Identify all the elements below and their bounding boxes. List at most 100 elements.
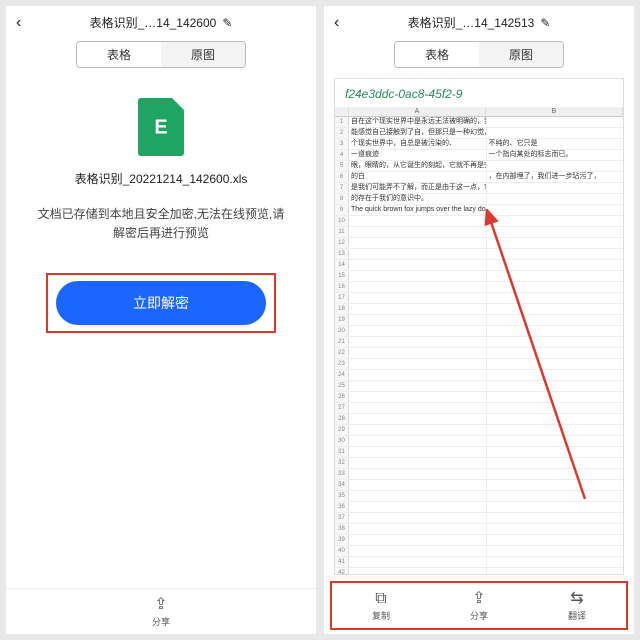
table-row[interactable]: 15 bbox=[335, 271, 623, 282]
cell-b[interactable] bbox=[487, 502, 624, 512]
translate-button[interactable]: ⇆ 翻译 bbox=[528, 591, 626, 622]
cell-b[interactable] bbox=[487, 227, 624, 237]
cell-b[interactable] bbox=[487, 370, 624, 380]
edit-icon[interactable]: ✎ bbox=[222, 16, 232, 30]
cell-b[interactable] bbox=[487, 392, 624, 402]
cell-b[interactable] bbox=[487, 546, 624, 556]
table-row[interactable]: 17 bbox=[335, 293, 623, 304]
decrypt-button[interactable]: 立即解密 bbox=[56, 281, 266, 325]
cell-a[interactable] bbox=[349, 282, 487, 292]
cell-a[interactable] bbox=[349, 370, 487, 380]
cell-a[interactable] bbox=[349, 348, 487, 358]
cell-a[interactable] bbox=[349, 524, 487, 534]
table-row[interactable]: 27 bbox=[335, 403, 623, 414]
cell-b[interactable] bbox=[487, 535, 624, 545]
table-row[interactable]: 33 bbox=[335, 469, 623, 480]
share-button-left[interactable]: ⇪ 分享 bbox=[6, 597, 316, 628]
cell-a[interactable]: 一道痕迹 bbox=[349, 150, 487, 160]
table-row[interactable]: 7是我们可能弄不了解，而正是由于这一点，它清晰 bbox=[335, 183, 623, 194]
table-row[interactable]: 20 bbox=[335, 326, 623, 337]
cell-a[interactable] bbox=[349, 436, 487, 446]
share-button-right[interactable]: ⇪ 分享 bbox=[430, 591, 528, 622]
cell-a[interactable] bbox=[349, 238, 487, 248]
edit-icon[interactable]: ✎ bbox=[540, 16, 550, 30]
table-row[interactable]: 11 bbox=[335, 227, 623, 238]
table-row[interactable]: 32 bbox=[335, 458, 623, 469]
cell-b[interactable] bbox=[487, 469, 624, 479]
cell-b[interactable] bbox=[487, 326, 624, 336]
cell-a[interactable] bbox=[349, 216, 487, 226]
cell-b[interactable] bbox=[487, 282, 624, 292]
table-row[interactable]: 38 bbox=[335, 524, 623, 535]
table-row[interactable]: 10 bbox=[335, 216, 623, 227]
cell-b[interactable] bbox=[487, 194, 624, 204]
cell-a[interactable]: The quick brown fox jumps over the lazy … bbox=[349, 205, 487, 215]
cell-b[interactable] bbox=[487, 458, 624, 468]
cell-b[interactable] bbox=[487, 524, 624, 534]
table-row[interactable]: 6的白，在内部埋了，我们进一步玷污了， bbox=[335, 172, 623, 183]
tab-original[interactable]: 原图 bbox=[161, 42, 245, 67]
cell-b[interactable] bbox=[487, 216, 624, 226]
cell-a[interactable] bbox=[349, 469, 487, 479]
table-row[interactable]: 41 bbox=[335, 557, 623, 568]
cell-b[interactable] bbox=[487, 183, 624, 193]
table-row[interactable]: 29 bbox=[335, 425, 623, 436]
cell-a[interactable] bbox=[349, 249, 487, 259]
table-row[interactable]: 19 bbox=[335, 315, 623, 326]
cell-b[interactable] bbox=[487, 117, 624, 127]
cell-a[interactable] bbox=[349, 546, 487, 556]
back-icon[interactable]: ‹ bbox=[334, 14, 339, 32]
table-row[interactable]: 16 bbox=[335, 282, 623, 293]
table-row[interactable]: 13 bbox=[335, 249, 623, 260]
table-row[interactable]: 9The quick brown fox jumps over the lazy… bbox=[335, 205, 623, 216]
cell-b[interactable] bbox=[487, 315, 624, 325]
cell-a[interactable] bbox=[349, 535, 487, 545]
table-row[interactable]: 5眼，眼睛的，从它诞生的刻起，它就不再是完美 bbox=[335, 161, 623, 172]
cell-b[interactable] bbox=[487, 337, 624, 347]
table-row[interactable]: 22 bbox=[335, 348, 623, 359]
table-row[interactable]: 21 bbox=[335, 337, 623, 348]
table-row[interactable]: 37 bbox=[335, 513, 623, 524]
cell-a[interactable] bbox=[349, 502, 487, 512]
cell-a[interactable]: 个现实世界中，自总是被污染的、 bbox=[349, 139, 487, 149]
tab-original[interactable]: 原图 bbox=[479, 42, 563, 67]
table-row[interactable]: 2能感觉自己接触到了自，但那只是一种幻觉，在这 bbox=[335, 128, 623, 139]
cell-a[interactable] bbox=[349, 447, 487, 457]
cell-a[interactable] bbox=[349, 304, 487, 314]
table-row[interactable]: 4一道痕迹一个指向某处的标志而已。 bbox=[335, 150, 623, 161]
cell-a[interactable] bbox=[349, 315, 487, 325]
table-row[interactable]: 36 bbox=[335, 502, 623, 513]
cell-b[interactable] bbox=[487, 568, 624, 574]
cell-b[interactable] bbox=[487, 161, 624, 171]
cell-a[interactable] bbox=[349, 557, 487, 567]
cell-b[interactable]: ，在内部埋了，我们进一步玷污了， bbox=[487, 172, 624, 182]
table-row[interactable]: 34 bbox=[335, 480, 623, 491]
table-row[interactable]: 40 bbox=[335, 546, 623, 557]
cell-a[interactable]: 自在这个现实世界中是永远无法被明确的，我们可 bbox=[349, 117, 487, 127]
cell-b[interactable] bbox=[487, 249, 624, 259]
spreadsheet-view[interactable]: f24e3ddc-0ac8-45f2-9 A B 1自在这个现实世界中是永远无法… bbox=[334, 78, 624, 575]
cell-a[interactable] bbox=[349, 425, 487, 435]
cell-a[interactable] bbox=[349, 458, 487, 468]
cell-b[interactable] bbox=[487, 359, 624, 369]
cell-b[interactable] bbox=[487, 436, 624, 446]
cell-a[interactable]: 是我们可能弄不了解，而正是由于这一点，它清晰 bbox=[349, 183, 487, 193]
cell-a[interactable] bbox=[349, 414, 487, 424]
table-row[interactable]: 12 bbox=[335, 238, 623, 249]
cell-b[interactable] bbox=[487, 293, 624, 303]
cell-a[interactable] bbox=[349, 568, 487, 574]
table-row[interactable]: 18 bbox=[335, 304, 623, 315]
cell-b[interactable]: 一个指向某处的标志而已。 bbox=[487, 150, 624, 160]
table-row[interactable]: 3个现实世界中，自总是被污染的、不纯的、它只是 bbox=[335, 139, 623, 150]
cell-b[interactable] bbox=[487, 414, 624, 424]
cell-b[interactable] bbox=[487, 348, 624, 358]
table-row[interactable]: 8的存在于我们的意识中。 bbox=[335, 194, 623, 205]
cell-b[interactable] bbox=[487, 238, 624, 248]
table-row[interactable]: 31 bbox=[335, 447, 623, 458]
cell-b[interactable] bbox=[487, 425, 624, 435]
table-row[interactable]: 24 bbox=[335, 370, 623, 381]
cell-b[interactable] bbox=[487, 271, 624, 281]
cell-b[interactable] bbox=[487, 447, 624, 457]
table-row[interactable]: 26 bbox=[335, 392, 623, 403]
cell-b[interactable] bbox=[487, 381, 624, 391]
